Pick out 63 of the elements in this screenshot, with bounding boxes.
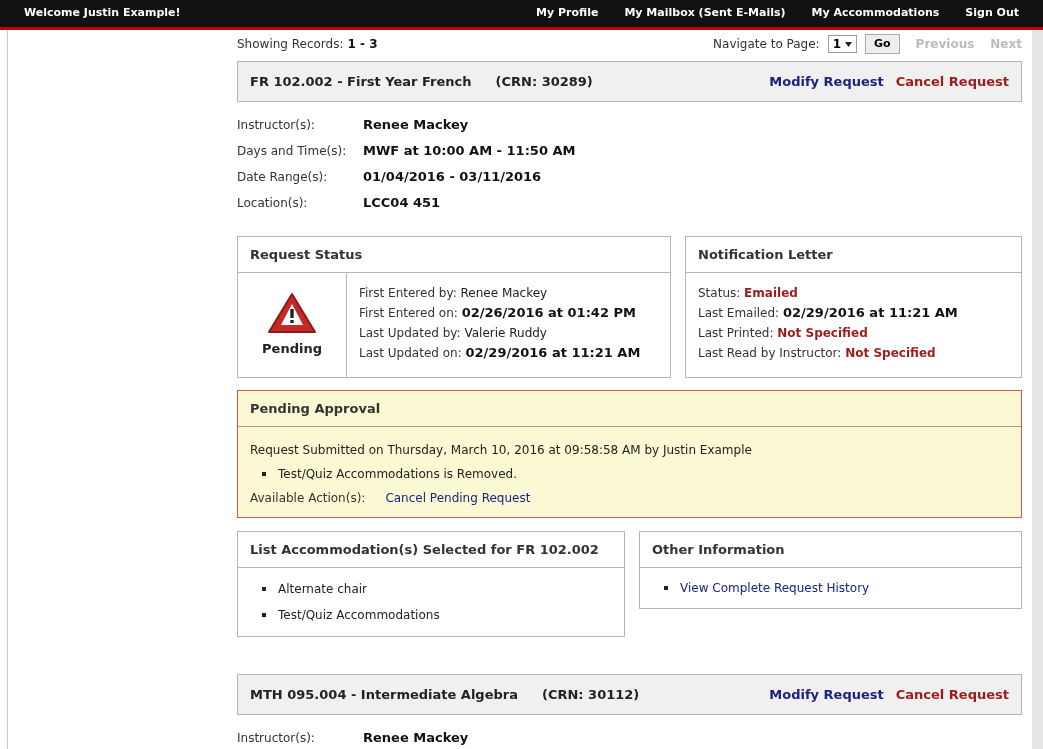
bullet-icon [262, 587, 266, 591]
panel-title: Notification Letter [698, 245, 833, 264]
panel-title: List Accommodation(s) Selected for FR 102.002 [250, 540, 599, 559]
panel-title: Request Status [250, 245, 363, 264]
bullet-icon [262, 613, 266, 617]
caret-icon [845, 41, 852, 47]
change-text: Test/Quiz Accommodations is Removed. [278, 466, 517, 483]
submitted-text: Request Submitted on Thursday, March 10, 2016 at 09:58:58 AM by Justin Example [250, 442, 753, 459]
nav-link[interactable]: My Profile [536, 5, 599, 22]
field-value: Renee Mackey [460, 286, 548, 300]
nav-link[interactable]: My Mailbox (Sent E-Mails) [624, 5, 786, 22]
navigate-label: Navigate to Page: [713, 36, 820, 53]
panel-title: Other Information [652, 540, 785, 559]
field-label: Last Read by Instructor: [698, 346, 843, 360]
panel-title: Pending Approval [250, 399, 381, 418]
field-value: 02/26/2016 at 01:42 PM [461, 305, 636, 320]
nav-link[interactable]: Sign Out [965, 5, 1019, 22]
field-value: 02/29/2016 at 11:21 AM [783, 305, 958, 320]
detail-label: Instructor(s): [237, 730, 316, 747]
detail-value: Renee Mackey [363, 116, 469, 135]
field-label: First Entered by: [359, 286, 458, 300]
bullet-icon [262, 472, 266, 476]
modify-link[interactable]: Modify Request [769, 684, 884, 705]
status-label: Pending [262, 340, 322, 359]
accommodation-item: Test/Quiz Accommodations [278, 607, 440, 624]
field-label: Last Emailed: [698, 306, 781, 320]
detail-value: 01/04/2016 - 03/11/2016 [363, 168, 542, 187]
detail-label: Days and Time(s): [237, 143, 348, 160]
cancel-link[interactable]: Cancel Request [895, 684, 1009, 705]
cancel-pending-link[interactable]: Cancel Pending Request [385, 489, 531, 507]
field-value: Not Specified [845, 346, 936, 360]
course-title: FR 102.002 - First Year French [250, 72, 472, 91]
go-button[interactable]: Go [865, 34, 900, 54]
detail-label: Location(s): [237, 195, 309, 212]
course-crn: (CRN: 30289) [495, 72, 593, 91]
course-title: MTH 095.004 - Intermediate Algebra [250, 685, 518, 704]
course-crn: (CRN: 30112) [542, 685, 640, 704]
bullet-icon [664, 586, 668, 590]
modify-link[interactable]: Modify Request [769, 71, 884, 92]
accommodation-item: Alternate chair [278, 581, 368, 598]
showing-label: Showing Records: [237, 36, 344, 53]
warning-icon [266, 291, 318, 336]
history-link[interactable]: View Complete Request History [680, 579, 870, 597]
welcome-text: Welcome Justin Example! [24, 5, 181, 22]
field-label: Last Updated by: [359, 326, 462, 340]
detail-value: Renee Mackey [363, 729, 469, 748]
field-value: Valerie Ruddy [464, 326, 547, 340]
showing-value: 1 - 3 [347, 36, 378, 53]
field-label: First Entered on: [359, 306, 459, 320]
field-value: Emailed [744, 286, 798, 300]
field-label: Last Printed: [698, 326, 775, 340]
detail-value: LCC04 451 [363, 194, 441, 213]
page-select[interactable]: 1 [827, 35, 857, 53]
cancel-link[interactable]: Cancel Request [895, 71, 1009, 92]
nav-link[interactable]: My Accommodations [811, 5, 940, 22]
field-label: Status: [698, 286, 742, 300]
field-label: Last Updated on: [359, 346, 463, 360]
field-value: Not Specified [777, 326, 868, 340]
actions-label: Available Action(s): [250, 490, 366, 507]
detail-label: Instructor(s): [237, 117, 316, 134]
detail-value: MWF at 10:00 AM - 11:50 AM [363, 142, 576, 161]
field-value: 02/29/2016 at 11:21 AM [465, 345, 641, 360]
detail-label: Date Range(s): [237, 169, 329, 186]
